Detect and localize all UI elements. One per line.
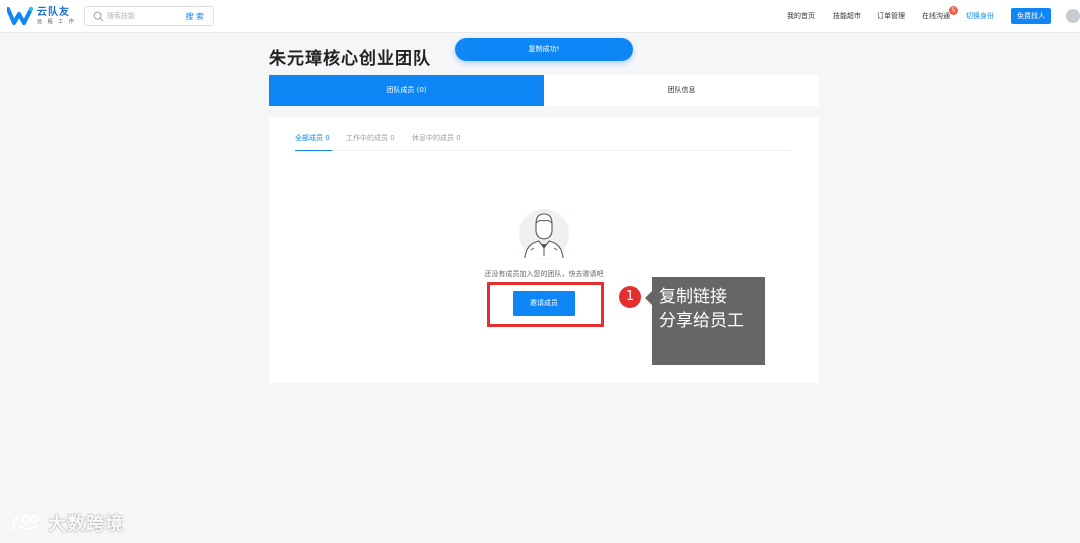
callout-line-1: 复制链接 [659, 287, 727, 307]
search-input[interactable] [107, 9, 179, 23]
top-header: 云队友 远 程 工 作 搜 索 我的首页 技能超市 订单管理 在线沟通 5 切换… [0, 0, 1080, 33]
empty-person-icon [519, 209, 569, 259]
callout-arrow [645, 291, 652, 305]
nav-switch-identity[interactable]: 切换身份 [966, 11, 994, 21]
logo-icon [7, 6, 33, 25]
success-toast: 复制成功! [455, 38, 633, 61]
tab-team-info[interactable]: 团队信息 [544, 75, 819, 106]
nav-online-chat-label: 在线沟通 [922, 12, 950, 20]
team-tabs: 团队成员 (0) 团队信息 [269, 75, 819, 106]
subtab-resting-members[interactable]: 休息中的成员 0 [412, 133, 461, 143]
hire-button[interactable]: 免费找人 [1011, 8, 1051, 24]
nav-home[interactable]: 我的首页 [787, 11, 815, 21]
subtab-all-members[interactable]: 全部成员 0 [295, 133, 330, 143]
member-filter-tabs: 全部成员 0 工作中的成员 0 休息中的成员 0 [295, 132, 791, 151]
unread-badge: 5 [949, 6, 958, 15]
instruction-callout: 复制链接 分享给员工 [645, 277, 765, 365]
callout-line-2: 分享给员工 [659, 311, 744, 331]
nav-online-chat[interactable]: 在线沟通 5 [922, 6, 958, 21]
invite-member-button[interactable]: 邀请成员 [513, 291, 575, 316]
step-number-badge: 1 [619, 286, 641, 308]
logo-tagline: 远 程 工 作 [37, 18, 76, 25]
subtab-working-members[interactable]: 工作中的成员 0 [346, 133, 395, 143]
search-icon [93, 11, 104, 22]
page-title: 朱元璋核心创业团队 [269, 49, 431, 69]
watermark: 大数跨境 [10, 510, 124, 536]
search-box: 搜 索 [84, 6, 214, 26]
active-subtab-underline [295, 150, 332, 151]
watermark-text: 大数跨境 [48, 514, 124, 535]
search-button[interactable]: 搜 索 [185, 11, 204, 22]
nav-orders[interactable]: 订单管理 [877, 11, 905, 21]
watermark-logo-icon [12, 514, 40, 532]
tab-team-members[interactable]: 团队成员 (0) [269, 75, 544, 106]
avatar[interactable] [1066, 9, 1080, 23]
logo[interactable]: 云队友 远 程 工 作 [7, 6, 76, 26]
nav-skills-market[interactable]: 技能超市 [833, 11, 861, 21]
empty-state-message: 还没有成员加入您的团队，快去邀请吧 [484, 270, 604, 278]
logo-name: 云队友 [37, 6, 70, 18]
